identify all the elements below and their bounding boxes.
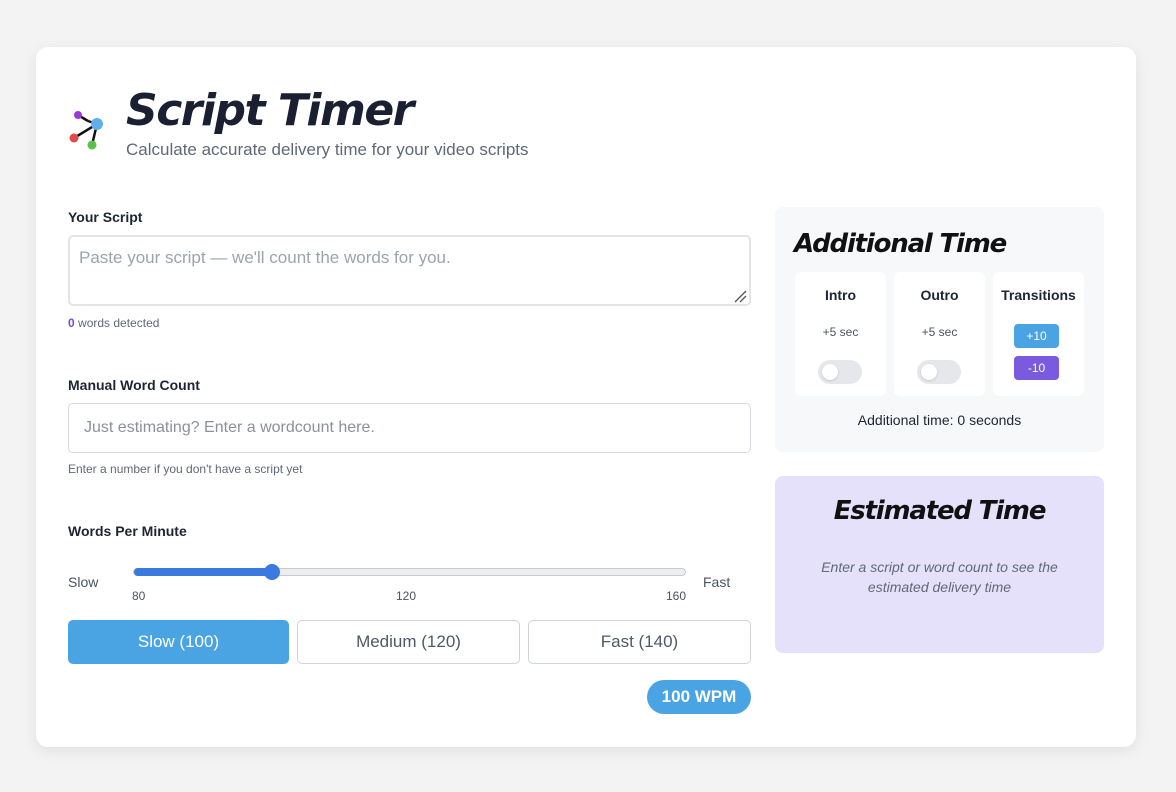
- manual-word-count-label: Manual Word Count: [68, 377, 200, 393]
- manual-word-count-input[interactable]: [68, 403, 751, 453]
- outro-title: Outro: [920, 287, 959, 303]
- wpm-slider-fill: [134, 568, 272, 576]
- intro-seconds: +5 sec: [822, 325, 859, 339]
- slider-tick-max: 160: [666, 589, 687, 603]
- script-textarea[interactable]: [68, 235, 751, 306]
- preset-slow-button[interactable]: Slow (100): [68, 620, 289, 664]
- intro-option: Intro +5 sec: [795, 272, 886, 396]
- page-subtitle: Calculate accurate delivery time for you…: [126, 140, 529, 159]
- slider-fast-label: Fast: [703, 574, 731, 590]
- page-title: Script Timer: [126, 85, 414, 136]
- estimated-time-message: Enter a script or word count to see the …: [821, 559, 1058, 595]
- outro-toggle-knob: [921, 364, 937, 380]
- transitions-plus-button[interactable]: +10: [1014, 324, 1059, 348]
- transitions-minus-button[interactable]: -10: [1014, 356, 1059, 380]
- estimated-time-panel: Estimated Time Enter a script or word co…: [775, 476, 1104, 653]
- outro-seconds: +5 sec: [921, 325, 958, 339]
- manual-word-count-hint: Enter a number if you don't have a scrip…: [68, 462, 303, 476]
- words-detected-label: words detected: [78, 316, 160, 330]
- app-logo-icon: [69, 111, 103, 150]
- intro-toggle-knob: [822, 364, 838, 380]
- outro-option: Outro +5 sec: [894, 272, 985, 396]
- transitions-title: Transitions: [1001, 287, 1076, 303]
- app-card: Script Timer Calculate accurate delivery…: [36, 47, 1136, 747]
- additional-time-title: Additional Time: [794, 229, 1007, 259]
- script-label: Your Script: [68, 209, 143, 225]
- intro-title: Intro: [824, 287, 857, 303]
- slider-tick-min: 80: [132, 589, 146, 603]
- wpm-slider-thumb[interactable]: [264, 564, 280, 580]
- additional-time-summary: Additional time: 0 seconds: [857, 412, 1022, 428]
- wpm-slider[interactable]: [133, 564, 686, 580]
- resize-handle-icon[interactable]: [733, 289, 747, 303]
- preset-fast-button[interactable]: Fast (140): [528, 620, 751, 664]
- word-count-value: 0: [68, 316, 75, 330]
- outro-toggle[interactable]: [917, 360, 961, 384]
- transitions-option: Transitions +10 -10: [993, 272, 1084, 396]
- wpm-label: Words Per Minute: [68, 523, 187, 539]
- wpm-badge: 100 WPM: [647, 680, 751, 714]
- slider-slow-label: Slow: [68, 574, 99, 590]
- slider-tick-mid: 120: [396, 589, 417, 603]
- intro-toggle[interactable]: [818, 360, 862, 384]
- words-detected: 0 words detected: [68, 316, 159, 330]
- estimated-time-title: Estimated Time: [833, 496, 1047, 526]
- preset-medium-button[interactable]: Medium (120): [297, 620, 520, 664]
- additional-time-panel: Additional Time Intro +5 sec Outro +5 se…: [775, 207, 1104, 452]
